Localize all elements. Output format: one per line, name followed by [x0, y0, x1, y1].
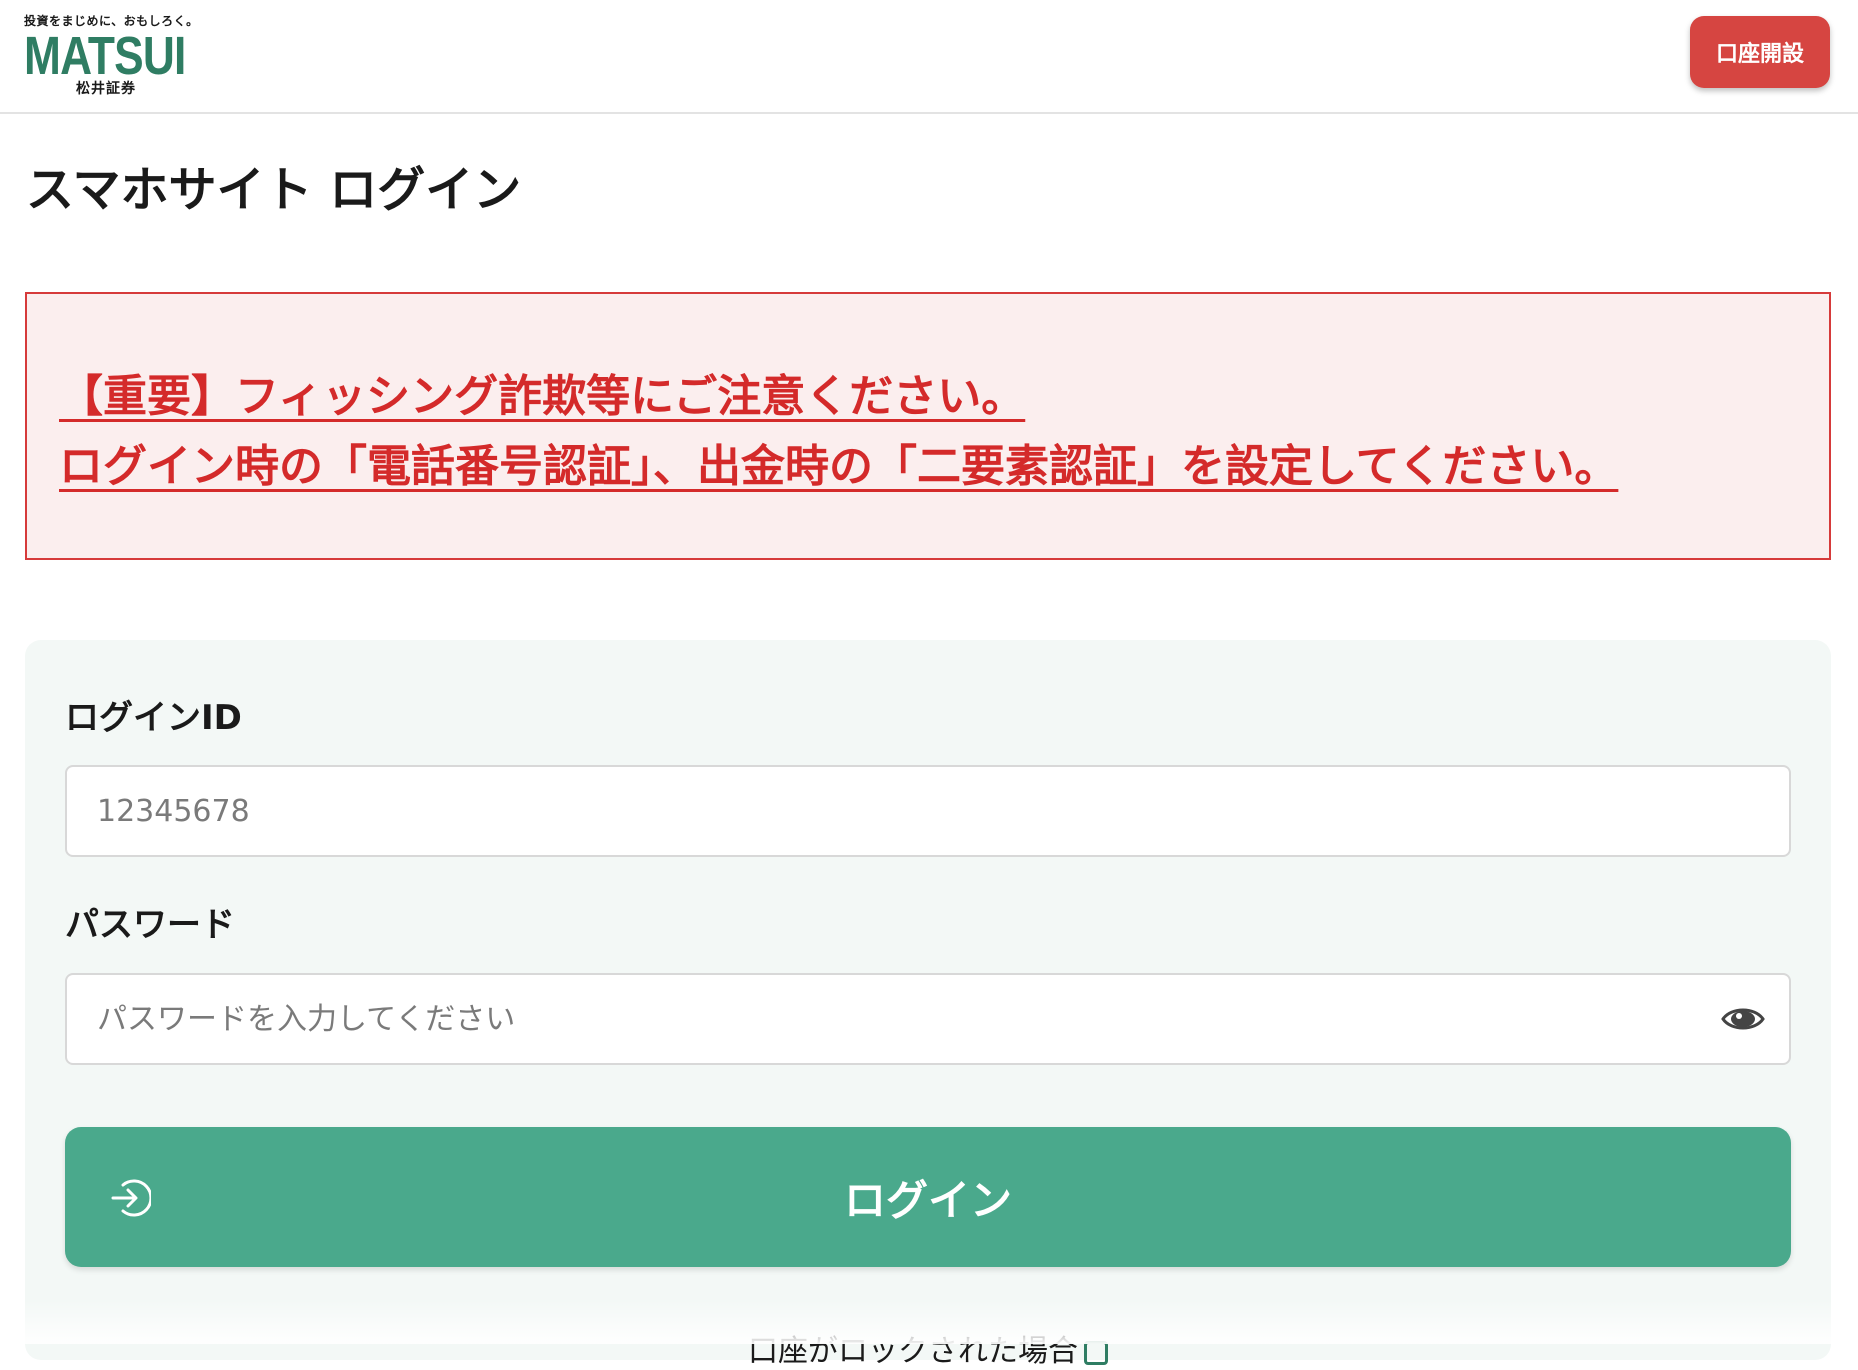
login-id-input[interactable]: [97, 767, 1697, 855]
password-field: [65, 973, 1791, 1065]
logo-subtitle: 松井証券: [76, 81, 136, 97]
login-card: ログインID パスワード ログイン 口座がロックされた場合: [25, 640, 1831, 1369]
login-button-label: ログイン: [843, 1175, 1012, 1225]
notice-link-line2[interactable]: ログイン時の「電話番号認証」、出金時の「二要素認証」を設定してください。: [59, 430, 1618, 494]
eye-icon[interactable]: [1721, 1003, 1765, 1035]
password-input[interactable]: [97, 975, 1697, 1063]
matsui-logo[interactable]: 投資をまじめに、おもしろく。 MATSUI 松井証券: [24, 12, 204, 98]
bottom-fade: [0, 1300, 1858, 1344]
login-button[interactable]: ログイン: [65, 1127, 1791, 1267]
page-title: スマホサイト ログイン: [26, 162, 522, 218]
external-link-icon: [1084, 1340, 1108, 1365]
password-label: パスワード: [65, 905, 235, 945]
notice-link-line1[interactable]: 【重要】フィッシング詐欺等にご注意ください。: [59, 360, 1025, 424]
header: 投資をまじめに、おもしろく。 MATSUI 松井証券 口座開設: [0, 0, 1858, 114]
login-id-field: [65, 765, 1791, 857]
login-id-label: ログインID: [65, 698, 242, 738]
phishing-notice: 【重要】フィッシング詐欺等にご注意ください。 ログイン時の「電話番号認証」、出金…: [25, 292, 1831, 560]
logo-brand: MATSUI: [24, 26, 186, 86]
open-account-button[interactable]: 口座開設: [1690, 16, 1830, 88]
